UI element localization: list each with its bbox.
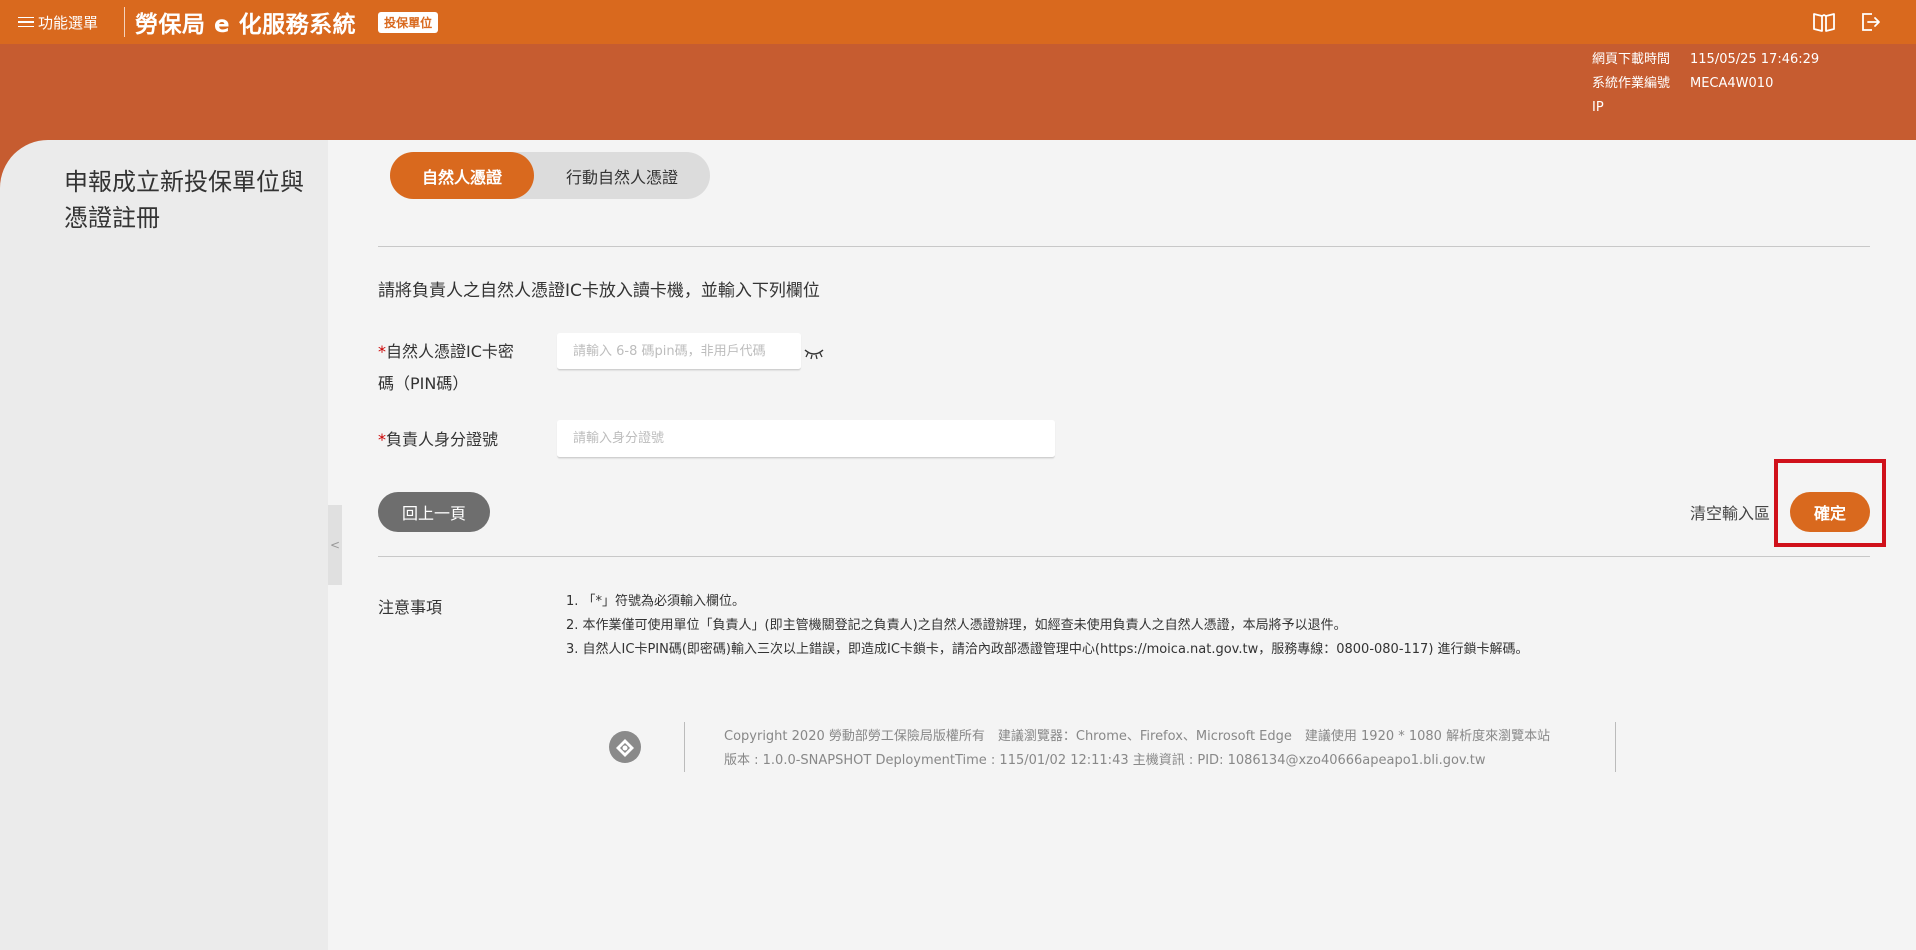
clear-button[interactable]: 清空輸入區	[1690, 500, 1770, 524]
eye-closed-icon[interactable]	[803, 344, 825, 362]
chevron-left-icon: <	[329, 538, 341, 552]
footer: Copyright 2020 勞動部勞工保險局版權所有 建議瀏覽器：Chrome…	[608, 722, 1618, 772]
id-label: *負責人身分證號	[378, 424, 528, 456]
id-label-text: 負責人身分證號	[386, 430, 499, 449]
version-text: 版本 : 1.0.0-SNAPSHOT DeploymentTime : 115…	[724, 753, 1486, 768]
required-mark: *	[378, 342, 386, 361]
role-badge: 投保單位	[378, 11, 439, 33]
sidebar-collapse-toggle[interactable]: <	[328, 505, 342, 585]
page-title: 申報成立新投保單位與憑證註冊	[64, 168, 304, 232]
download-time-value: 115/05/25 17:46:29	[1690, 52, 1820, 67]
page-meta: 網頁下載時間 115/05/25 17:46:29 系統作業編號 MECA4W010…	[1592, 48, 1819, 120]
pin-input[interactable]	[557, 333, 801, 370]
certificate-type-toggle: 自然人憑證 行動自然人憑證	[390, 152, 710, 199]
hamburger-icon	[18, 14, 34, 31]
job-id-label: 系統作業編號	[1592, 76, 1671, 91]
form-instruction: 請將負責人之自然人憑證IC卡放入讀卡機，並輸入下列欄位	[378, 281, 820, 301]
copyright-text: Copyright 2020 勞動部勞工保險局版權所有 建議瀏覽器：Chrome…	[724, 729, 1551, 744]
left-panel	[0, 140, 328, 950]
footer-text: Copyright 2020 勞動部勞工保險局版權所有 建議瀏覽器：Chrome…	[724, 725, 1550, 773]
main-content	[328, 140, 1916, 950]
list-item: 1. 「*」符號為必須輸入欄位。	[566, 594, 746, 609]
bli-logo-icon	[608, 730, 642, 764]
ip-label: IP	[1592, 100, 1604, 115]
download-time-label: 網頁下載時間	[1592, 52, 1671, 67]
menu-button[interactable]: 功能選單	[18, 12, 98, 33]
back-button[interactable]: 回上一頁	[378, 492, 490, 532]
tab-natural-person-cert[interactable]: 自然人憑證	[390, 152, 534, 199]
id-number-input[interactable]	[557, 420, 1055, 458]
list-item: 2. 本作業僅可使用單位「負責人」(即主管機關登記之負責人)之自然人憑證辦理，如…	[566, 618, 1347, 633]
divider	[684, 722, 685, 772]
highlight-box	[1774, 459, 1886, 547]
divider	[378, 246, 1870, 247]
book-icon[interactable]	[1812, 11, 1836, 33]
divider	[124, 7, 126, 37]
job-id-value: MECA4W010	[1690, 76, 1774, 91]
top-bar: 功能選單 勞保局 e 化服務系統 投保單位	[0, 0, 1916, 44]
menu-label: 功能選單	[38, 13, 99, 32]
list-item: 3. 自然人IC卡PIN碼(即密碼)輸入三次以上錯誤，即造成IC卡鎖卡，請洽內政…	[566, 642, 1529, 657]
app-title: 勞保局 e 化服務系統	[135, 12, 357, 38]
logout-icon[interactable]	[1858, 11, 1882, 33]
pin-label: *自然人憑證IC卡密碼（PIN碼）	[378, 336, 528, 400]
required-mark: *	[378, 430, 386, 449]
notes-label: 注意事項	[378, 598, 443, 617]
tab-mobile-natural-person-cert[interactable]: 行動自然人憑證	[534, 152, 710, 199]
divider	[378, 556, 1870, 557]
divider	[1615, 722, 1616, 772]
notes-list: 1. 「*」符號為必須輸入欄位。 2. 本作業僅可使用單位「負責人」(即主管機關…	[566, 590, 1529, 662]
pin-label-text: 自然人憑證IC卡密碼（PIN碼）	[378, 342, 514, 393]
